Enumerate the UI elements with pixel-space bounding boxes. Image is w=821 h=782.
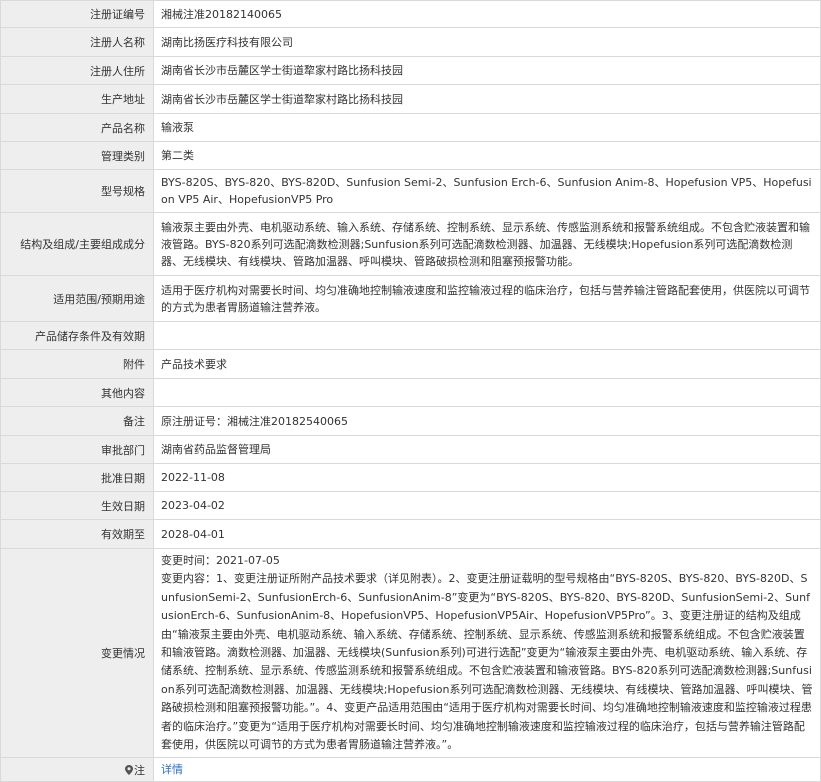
table-row: 注册人住所 湖南省长沙市岳麓区学士街道犂家村路比扬科技园	[0, 56, 821, 85]
row-value: 第二类	[153, 141, 821, 170]
row-label: 产品名称	[0, 113, 154, 142]
map-pin-icon	[125, 764, 133, 775]
row-label-note: 注	[0, 757, 154, 782]
row-label: 注册人名称	[0, 27, 154, 57]
row-label: 管理类别	[0, 141, 154, 170]
table-row: 审批部门 湖南省药品监督管理局	[0, 435, 821, 464]
row-label: 注册证编号	[0, 0, 154, 28]
row-value: 湖南省药品监督管理局	[153, 435, 821, 464]
row-value: 湖南省长沙市岳麓区学士街道犂家村路比扬科技园	[153, 84, 821, 114]
table-row: 批准日期 2022-11-08	[0, 463, 821, 492]
row-value: 2028-04-01	[153, 519, 821, 549]
table-row-change: 变更情况 变更时间：2021-07-05 变更内容：1、变更注册证所附产品技术要…	[0, 547, 821, 759]
row-value: 湖南比扬医疗科技有限公司	[153, 27, 821, 57]
table-row: 型号规格 BYS-820S、BYS-820、BYS-820D、Sunfusion …	[0, 169, 821, 213]
table-row: 产品名称 输液泵	[0, 113, 821, 142]
row-value: 湘械注准20182140065	[153, 0, 821, 28]
table-row: 注册证编号 湘械注准20182140065	[0, 0, 821, 28]
row-label: 生效日期	[0, 491, 154, 520]
row-label: 变更情况	[0, 547, 154, 759]
row-value: 湖南省长沙市岳麓区学士街道犂家村路比扬科技园	[153, 56, 821, 85]
table-row: 产品储存条件及有效期	[0, 321, 821, 350]
change-time: 变更时间：2021-07-05	[161, 554, 280, 567]
change-content: 变更内容：1、变更注册证所附产品技术要求（详见附表）。2、变更注册证载明的型号规…	[161, 572, 813, 752]
row-label: 批准日期	[0, 463, 154, 492]
note-value: 详情	[153, 757, 821, 782]
row-label: 结构及组成/主要组成成分	[0, 212, 154, 276]
note-label: 注	[134, 763, 145, 777]
row-label: 审批部门	[0, 435, 154, 464]
details-link[interactable]: 详情	[161, 763, 183, 776]
row-label: 附件	[0, 349, 154, 379]
registration-rows: 注册证编号 湘械注准20182140065 注册人名称 湖南比扬医疗科技有限公司 注册人…	[0, 0, 821, 549]
table-row: 备注 原注册证号：湘械注准20182540065	[0, 406, 821, 436]
row-value: 2022-11-08	[153, 463, 821, 492]
registration-table: 注册证编号 湘械注准20182140065 注册人名称 湖南比扬医疗科技有限公司 注册人…	[0, 0, 821, 782]
table-row: 有效期至 2028-04-01	[0, 519, 821, 549]
row-value: 适用于医疗机构对需要长时间、均匀准确地控制输液速度和监控输液过程的临床治疗，包括…	[153, 275, 821, 322]
row-value: 2023-04-02	[153, 491, 821, 520]
table-row: 适用范围/预期用途 适用于医疗机构对需要长时间、均匀准确地控制输液速度和监控输液过…	[0, 275, 821, 322]
table-row: 生效日期 2023-04-02	[0, 491, 821, 520]
table-row-note: 注 详情	[0, 757, 821, 782]
row-value: 输液泵主要由外壳、电机驱动系统、输入系统、存储系统、控制系统、显示系统、传感监测…	[153, 212, 821, 276]
row-label: 其他内容	[0, 378, 154, 407]
row-label: 有效期至	[0, 519, 154, 549]
table-row: 生产地址 湖南省长沙市岳麓区学士街道犂家村路比扬科技园	[0, 84, 821, 114]
row-value: BYS-820S、BYS-820、BYS-820D、Sunfusion Semi…	[153, 169, 821, 213]
row-value: 原注册证号：湘械注准20182540065	[153, 406, 821, 436]
change-section: 变更情况 变更时间：2021-07-05 变更内容：1、变更注册证所附产品技术要…	[0, 547, 821, 782]
table-row: 其他内容	[0, 378, 821, 407]
table-row: 管理类别 第二类	[0, 141, 821, 170]
row-label: 注册人住所	[0, 56, 154, 85]
table-row: 结构及组成/主要组成成分 输液泵主要由外壳、电机驱动系统、输入系统、存储系统、控制…	[0, 212, 821, 276]
row-label: 适用范围/预期用途	[0, 275, 154, 322]
row-value	[153, 321, 821, 350]
row-value: 产品技术要求	[153, 349, 821, 379]
change-value: 变更时间：2021-07-05 变更内容：1、变更注册证所附产品技术要求（详见附…	[153, 547, 821, 759]
row-label: 产品储存条件及有效期	[0, 321, 154, 350]
row-label: 生产地址	[0, 84, 154, 114]
table-row: 附件 产品技术要求	[0, 349, 821, 379]
table-row: 注册人名称 湖南比扬医疗科技有限公司	[0, 27, 821, 57]
row-label: 备注	[0, 406, 154, 436]
row-value	[153, 378, 821, 407]
row-label: 型号规格	[0, 169, 154, 213]
row-value: 输液泵	[153, 113, 821, 142]
